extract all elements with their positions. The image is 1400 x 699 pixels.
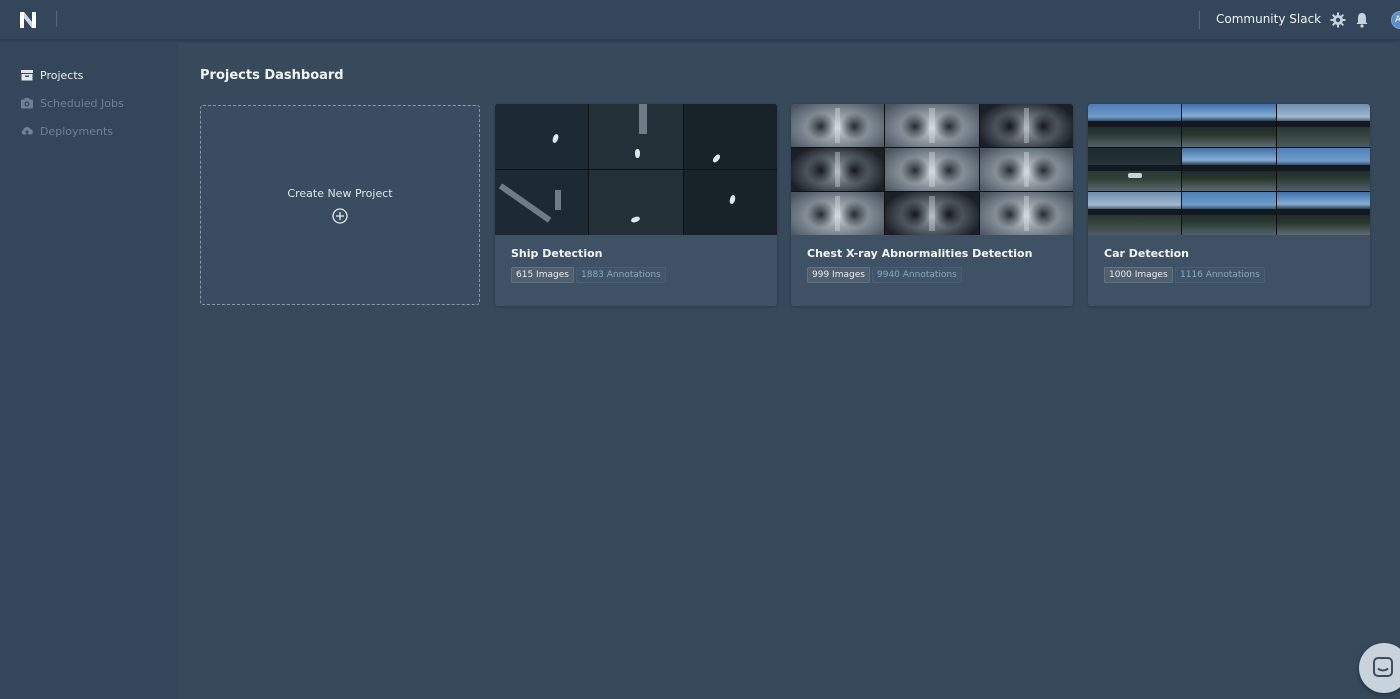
images-count-badge: 615 Images (511, 267, 574, 283)
inbox-icon (21, 70, 33, 81)
topbar-divider (1199, 11, 1200, 29)
cloud-upload-icon (21, 126, 33, 137)
gear-icon[interactable] (1330, 12, 1346, 28)
project-name: Car Detection (1104, 247, 1189, 260)
create-project-card[interactable]: Create New Project (200, 105, 480, 305)
avatar[interactable]: A (1391, 11, 1400, 29)
sidebar-item-scheduled-jobs[interactable]: Scheduled Jobs (20, 94, 124, 112)
sidebar-item-label: Projects (40, 68, 84, 82)
project-card-chest-xray[interactable]: Chest X-ray Abnormalities Detection 999 … (791, 104, 1073, 306)
page-title: Projects Dashboard (200, 68, 344, 83)
project-thumbnail (495, 104, 777, 235)
bell-icon[interactable] (1355, 12, 1369, 28)
create-project-label: Create New Project (287, 187, 393, 200)
annotations-count-badge: 1116 Annotations (1175, 267, 1265, 283)
logo-divider (56, 11, 57, 27)
plus-circle-icon (332, 208, 348, 224)
images-count-badge: 1000 Images (1104, 267, 1173, 283)
annotations-count-badge: 9940 Annotations (872, 267, 962, 283)
project-card-ship-detection[interactable]: Ship Detection 615 Images 1883 Annotatio… (495, 104, 777, 306)
annotations-count-badge: 1883 Annotations (576, 267, 666, 283)
project-name: Ship Detection (511, 247, 603, 260)
sidebar-item-projects[interactable]: Projects (20, 66, 83, 84)
project-name: Chest X-ray Abnormalities Detection (807, 247, 1033, 260)
chat-launcher-button[interactable] (1359, 643, 1400, 693)
logo-icon[interactable] (19, 11, 37, 29)
project-thumbnail (1088, 104, 1370, 235)
sidebar-item-deployments[interactable]: Deployments (20, 122, 113, 140)
sidebar: Projects Scheduled Jobs Deployments (0, 41, 178, 699)
camera-icon (21, 98, 33, 109)
project-card-car-detection[interactable]: Car Detection 1000 Images 1116 Annotatio… (1088, 104, 1370, 306)
sidebar-item-label: Deployments (40, 124, 114, 138)
images-count-badge: 999 Images (807, 267, 870, 283)
top-bar: Community Slack A (0, 0, 1400, 40)
sidebar-item-label: Scheduled Jobs (40, 96, 124, 110)
chat-icon (1373, 657, 1393, 677)
project-thumbnail (791, 104, 1073, 235)
community-slack-link[interactable]: Community Slack (1216, 12, 1321, 26)
